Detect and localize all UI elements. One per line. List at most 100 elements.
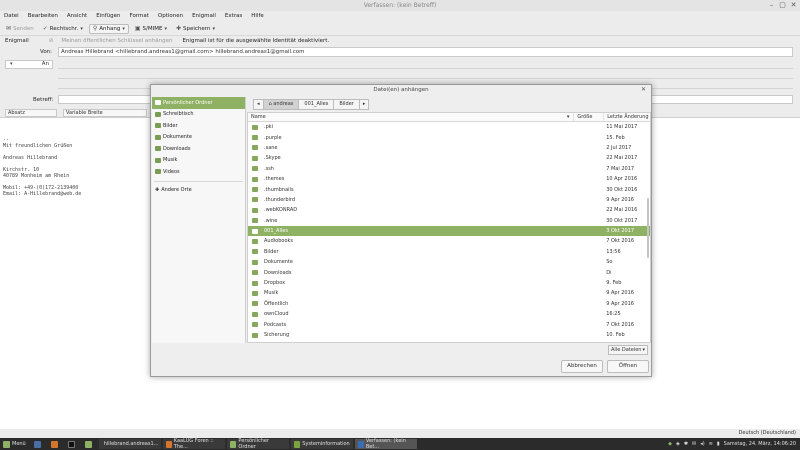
quick-launch-desktop-icon[interactable] (31, 439, 46, 449)
place-music[interactable]: Musik (152, 155, 245, 167)
file-name: .webKONRAD (264, 207, 298, 214)
file-row[interactable]: .sane 2 Jul 2017 (248, 143, 650, 153)
attach-button[interactable]: ⚲ Anhang ▾ (88, 23, 129, 34)
close-icon[interactable]: ✕ (789, 1, 798, 10)
task-system-info[interactable]: Systeminformation (290, 439, 353, 449)
task-firefox[interactable]: KaaLUG Foren :: The... (162, 438, 225, 450)
enigmail-label[interactable]: Enigmail (5, 38, 29, 44)
task-home-folder[interactable]: Persönlicher Ordner (226, 438, 289, 450)
desktop-icon (155, 111, 161, 117)
place-home[interactable]: Persönlicher Ordner (152, 97, 245, 109)
file-row[interactable]: Sicherung 10. Feb (248, 330, 650, 340)
menu-format[interactable]: Format (130, 11, 149, 22)
attach-key-option[interactable]: Meinen öffentlichen Schlüssel anhängen (61, 38, 172, 44)
chevron-down-icon[interactable]: ▾ (212, 26, 215, 32)
place-pictures[interactable]: Bilder (152, 120, 245, 132)
file-row[interactable]: .thumbnails 30 Okt 2016 (248, 184, 650, 194)
file-row[interactable]: .ssh 7 Mai 2017 (248, 164, 650, 174)
path-crumb-001-alles[interactable]: 001_Alles (298, 98, 335, 110)
chevron-down-icon[interactable]: ▾ (80, 26, 83, 32)
menu-enigmail[interactable]: Enigmail (192, 11, 216, 22)
folder-icon (155, 157, 161, 163)
file-row[interactable]: Musik 9 Apr 2016 (248, 288, 650, 298)
column-name[interactable]: Name ▾ (248, 113, 575, 121)
shield-icon[interactable]: ◆ (668, 441, 672, 447)
mail-tray-icon[interactable]: ✉ (692, 441, 696, 447)
enigmail-encrypt-icon[interactable]: ⊘ (49, 38, 54, 44)
file-row[interactable]: .pki 11 Mai 2017 (248, 122, 650, 132)
network-icon[interactable]: ◈ (676, 441, 680, 447)
language-indicator[interactable]: Deutsch (Deutschland) (739, 430, 796, 436)
paragraph-format-select[interactable]: Absatz (5, 108, 57, 117)
save-button[interactable]: ✚ Speichern ▾ (173, 24, 218, 34)
task-thunderbird[interactable]: hillebrand.andreas1... (98, 439, 161, 449)
file-row[interactable]: Downloads Di (248, 267, 650, 277)
place-documents[interactable]: Dokumente (152, 132, 245, 144)
folder-icon (155, 134, 161, 140)
file-row[interactable]: .thunderbird 9 Apr 2016 (248, 195, 650, 205)
spellcheck-button[interactable]: ✓ Rechtschr. ▾ (40, 24, 86, 34)
file-row[interactable]: Podcasts 7 Okt 2016 (248, 319, 650, 329)
clock[interactable]: Samstag, 24. März, 14:06:20 (724, 441, 796, 447)
column-date[interactable]: Letzte Änderung (604, 113, 650, 121)
maximize-icon[interactable]: ▢ (778, 1, 787, 10)
scrollbar-thumb[interactable] (647, 198, 649, 258)
recipient-type-select[interactable]: ▾ An (5, 60, 53, 69)
font-select[interactable]: Variable Breite (63, 108, 147, 117)
send-button[interactable]: ✉ Senden (3, 24, 37, 34)
menu-datei[interactable]: Datei (4, 11, 19, 22)
firefox-icon (50, 440, 58, 448)
file-name-cell: .thunderbird (248, 197, 604, 203)
close-icon[interactable]: ✕ (641, 86, 646, 93)
recipient-row[interactable] (58, 68, 793, 69)
place-other-locations[interactable]: ✚ Andere Orte (152, 185, 245, 197)
folder-icon (252, 218, 258, 224)
file-row[interactable]: Bilder 13:56 (248, 247, 650, 257)
file-row[interactable]: Dokumente So (248, 257, 650, 267)
bluetooth-icon[interactable]: ✱ (684, 441, 688, 447)
path-crumb-andreas[interactable]: ⌂ andreas (262, 98, 300, 110)
battery-icon[interactable]: ▮ (717, 441, 720, 447)
place-downloads[interactable]: Downloads (152, 143, 245, 155)
quick-launch-terminal-icon[interactable] (65, 439, 80, 449)
from-field[interactable]: Andreas Hillebrand <hillebrand.andreas1@… (58, 47, 793, 57)
file-filter-select[interactable]: Alle Dateien ▾ (608, 345, 648, 355)
file-row[interactable]: Audiobooks 7 Okt 2016 (248, 236, 650, 246)
file-row[interactable]: Dropbox 9. Feb (248, 278, 650, 288)
file-date: Di (606, 269, 612, 276)
file-row[interactable]: Öffentlich 9 Apr 2016 (248, 299, 650, 309)
menu-einfuegen[interactable]: Einfügen (96, 11, 120, 22)
place-desktop[interactable]: Schreibtisch (152, 109, 245, 121)
file-row[interactable]: ownCloud 16:25 (248, 309, 650, 319)
volume-icon[interactable]: ◂) (700, 441, 704, 447)
recipient-row[interactable] (58, 78, 793, 79)
file-row[interactable]: .purple 15. Feb (248, 132, 650, 142)
quick-launch-files-icon[interactable] (82, 439, 97, 449)
menu-extras[interactable]: Extras (225, 11, 242, 22)
smime-button[interactable]: ▣ S/MIME ▾ (132, 24, 170, 34)
start-menu-button[interactable]: Menü (0, 439, 29, 449)
mint-logo-icon (3, 440, 10, 448)
wifi-icon[interactable]: ≋ (709, 441, 713, 447)
task-compose[interactable]: Verfassen: (kein Bet... (354, 438, 417, 450)
place-videos[interactable]: Videos (152, 166, 245, 178)
chevron-down-icon[interactable]: ▾ (122, 26, 125, 32)
menu-optionen[interactable]: Optionen (158, 11, 183, 22)
cancel-button[interactable]: Abbrechen (561, 360, 603, 373)
menu-hilfe[interactable]: Hilfe (251, 11, 264, 22)
column-size[interactable]: Größe (574, 113, 605, 121)
menu-bearbeiten[interactable]: Bearbeiten (28, 11, 58, 22)
message-body[interactable]: -- Mit freundlichen Grüßen Andreas Hille… (3, 137, 81, 197)
file-row[interactable]: .wine 30 Okt 2017 (248, 216, 650, 226)
file-row[interactable]: .themes 10 Apr 2016 (248, 174, 650, 184)
open-button[interactable]: Öffnen (607, 360, 649, 373)
path-forward-button[interactable]: ▸ (358, 98, 370, 110)
file-row[interactable]: .webKONRAD 22 Mai 2016 (248, 205, 650, 215)
menu-ansicht[interactable]: Ansicht (67, 11, 87, 22)
path-crumb-bilder[interactable]: Bilder (333, 98, 360, 110)
file-row[interactable]: .Skype 22 Mai 2017 (248, 153, 650, 163)
chevron-down-icon[interactable]: ▾ (164, 26, 167, 32)
minimize-icon[interactable]: – (767, 1, 776, 10)
quick-launch-firefox-icon[interactable] (48, 439, 63, 449)
file-row[interactable]: 001_Alles 3 Okt 2017 (248, 225, 650, 237)
